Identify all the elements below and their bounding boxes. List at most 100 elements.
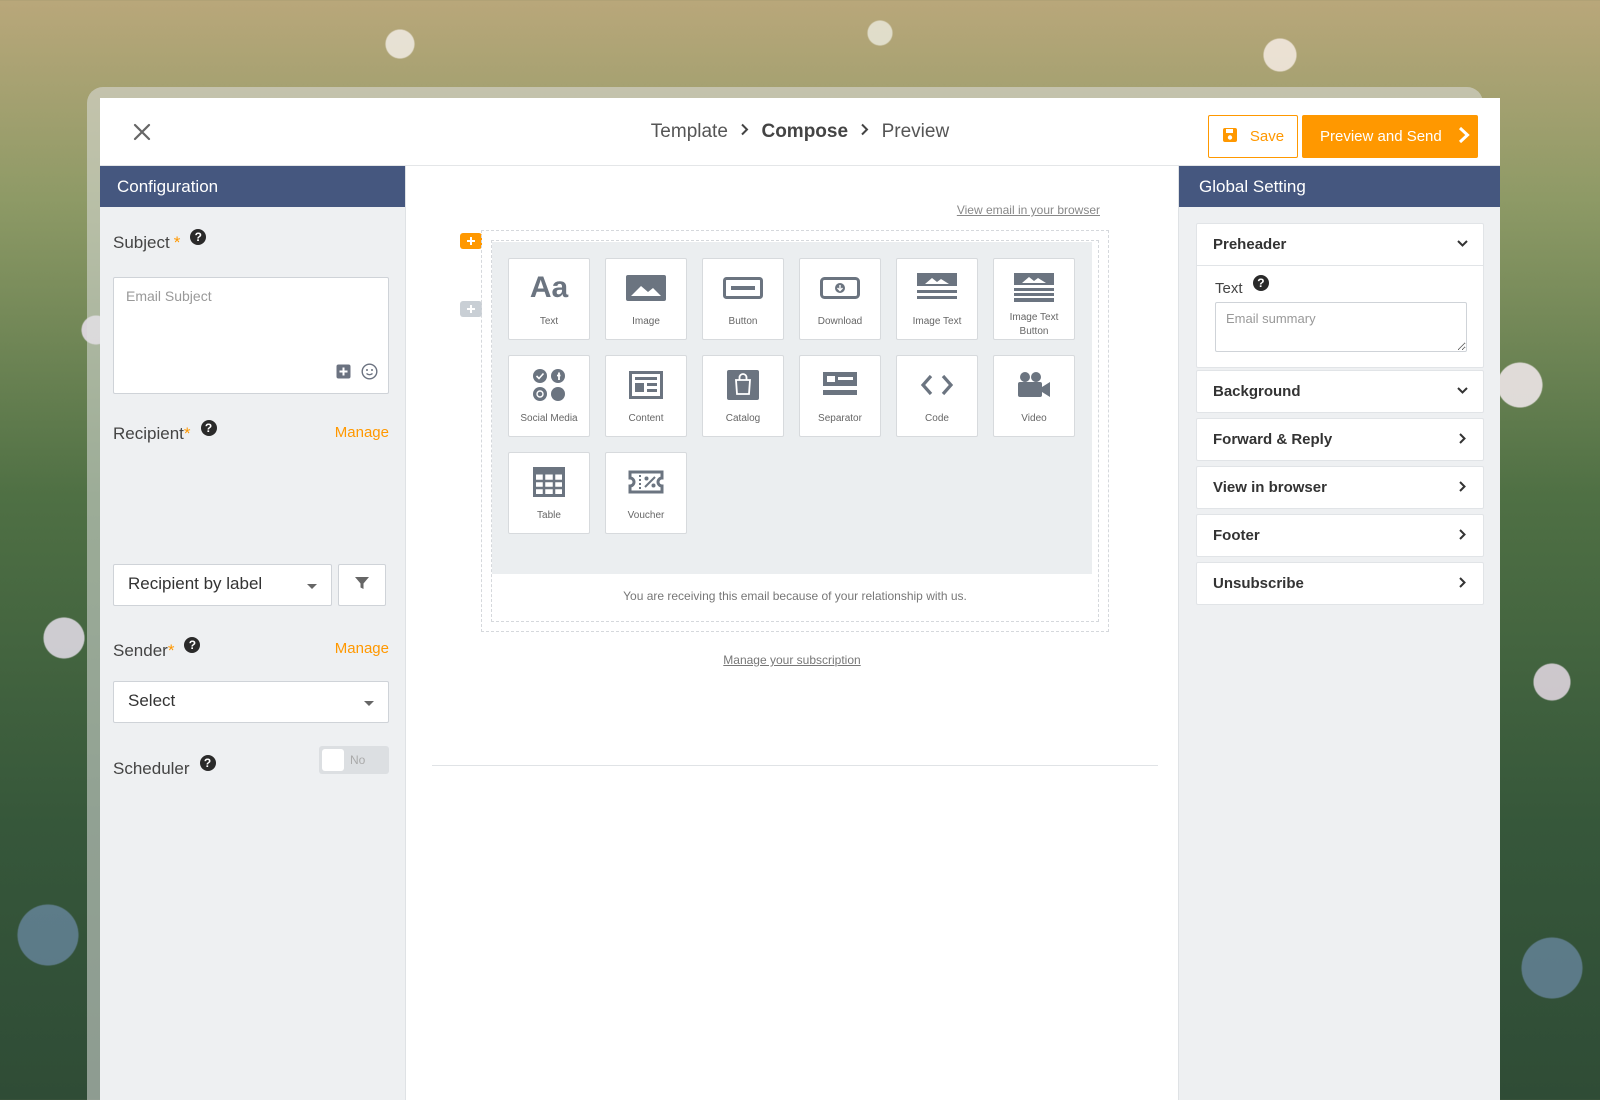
add-block-plus-icon[interactable] bbox=[460, 301, 482, 317]
accordion-footer[interactable]: Footer bbox=[1196, 514, 1484, 557]
block-voucher[interactable]: Voucher bbox=[605, 452, 687, 534]
chevron-right-icon bbox=[740, 123, 749, 141]
email-canvas: View email in your browser Aa Text Image… bbox=[406, 166, 1178, 1100]
send-label: Preview and Send bbox=[1320, 128, 1442, 145]
block-separator[interactable]: Separator bbox=[799, 355, 881, 437]
recipient-select-value: Recipient by label bbox=[128, 574, 263, 593]
content-icon bbox=[629, 368, 663, 402]
block-text[interactable]: Aa Text bbox=[508, 258, 590, 340]
block-label: Image bbox=[632, 316, 660, 327]
block-image-text-button[interactable]: Image Text Button bbox=[993, 258, 1075, 340]
required-marker: * bbox=[167, 641, 175, 660]
image-icon bbox=[626, 271, 666, 305]
save-label: Save bbox=[1249, 128, 1285, 145]
accordion-title: Background bbox=[1213, 383, 1301, 400]
accordion-header-forward-reply[interactable]: Forward & Reply bbox=[1197, 419, 1483, 460]
block-table[interactable]: Table bbox=[508, 452, 590, 534]
help-icon[interactable]: ? bbox=[190, 229, 207, 245]
block-label: Text bbox=[539, 316, 559, 327]
subject-input-box bbox=[113, 277, 389, 394]
help-icon[interactable]: ? bbox=[184, 637, 201, 653]
text-icon: Aa bbox=[529, 271, 569, 304]
sender-select[interactable]: Select bbox=[113, 681, 389, 723]
preheader-text-label: Text bbox=[1215, 280, 1243, 297]
block-catalog[interactable]: Catalog bbox=[702, 355, 784, 437]
breadcrumb-compose: Compose bbox=[761, 121, 849, 142]
video-icon bbox=[1016, 368, 1052, 402]
block-label: Button bbox=[728, 316, 758, 327]
block-video[interactable]: Video bbox=[993, 355, 1075, 437]
chevron-right-icon bbox=[1456, 528, 1469, 545]
block-download[interactable]: Download bbox=[799, 258, 881, 340]
receiving-notice: You are receiving this email because of … bbox=[623, 589, 967, 603]
chevron-right-icon bbox=[860, 123, 869, 141]
breadcrumb-template[interactable]: Template bbox=[651, 121, 728, 142]
preheader-summary-input[interactable] bbox=[1215, 302, 1467, 352]
chevron-down-icon bbox=[1456, 384, 1469, 401]
help-icon[interactable]: ? bbox=[199, 755, 216, 771]
accordion-title: Forward & Reply bbox=[1213, 431, 1333, 448]
chevron-right-icon bbox=[1456, 576, 1469, 593]
chevron-down-icon bbox=[1456, 237, 1469, 254]
accordion-title: Unsubscribe bbox=[1213, 575, 1304, 592]
block-image[interactable]: Image bbox=[605, 258, 687, 340]
scheduler-label-row: Scheduler ? bbox=[113, 755, 216, 779]
catalog-icon bbox=[727, 368, 759, 402]
block-social-media[interactable]: Social Media bbox=[508, 355, 590, 437]
top-bar: Template Compose Preview Save Preview an… bbox=[100, 98, 1500, 166]
sender-label-row: Sender * ? bbox=[113, 637, 201, 661]
help-icon[interactable]: ? bbox=[200, 420, 217, 436]
block-label: Image Text bbox=[912, 316, 962, 327]
emoji-icon[interactable] bbox=[361, 363, 378, 385]
help-icon[interactable]: ? bbox=[1252, 275, 1269, 291]
recipient-label-row: Recipient * ? bbox=[113, 420, 217, 444]
editor-modal: Template Compose Preview Save Preview an… bbox=[100, 98, 1500, 1100]
sender-manage-link[interactable]: Manage bbox=[335, 640, 389, 657]
preheader-text-label-row: Text ? bbox=[1215, 275, 1465, 298]
accordion-header-footer[interactable]: Footer bbox=[1197, 515, 1483, 556]
accordion-unsubscribe[interactable]: Unsubscribe bbox=[1196, 562, 1484, 605]
caret-down-icon bbox=[364, 701, 374, 706]
add-row-plus-icon[interactable] bbox=[460, 233, 482, 249]
accordion-view-in-browser[interactable]: View in browser bbox=[1196, 466, 1484, 509]
scheduler-toggle[interactable]: No bbox=[319, 746, 389, 774]
save-button[interactable]: Save bbox=[1208, 115, 1298, 158]
block-button[interactable]: Button bbox=[702, 258, 784, 340]
block-label: Table bbox=[537, 510, 561, 521]
separator-icon bbox=[823, 368, 857, 402]
view-in-browser-link[interactable]: View email in your browser bbox=[957, 203, 1100, 217]
filter-icon bbox=[354, 575, 370, 596]
accordion-header-view-in-browser[interactable]: View in browser bbox=[1197, 467, 1483, 508]
block-code[interactable]: Code bbox=[896, 355, 978, 437]
image-text-button-icon bbox=[1014, 271, 1054, 305]
recipient-select[interactable]: Recipient by label bbox=[113, 564, 332, 606]
filter-button[interactable] bbox=[338, 564, 386, 606]
block-image-text[interactable]: Image Text bbox=[896, 258, 978, 340]
block-label: Social Media bbox=[520, 413, 578, 424]
manage-subscription-link[interactable]: Manage your subscription bbox=[406, 653, 1178, 667]
required-marker: * bbox=[173, 233, 181, 252]
code-icon bbox=[920, 368, 954, 402]
floppy-disk-icon bbox=[1222, 127, 1238, 147]
accordion-background[interactable]: Background bbox=[1196, 370, 1484, 413]
accordion-header-preheader[interactable]: Preheader bbox=[1197, 224, 1483, 265]
toggle-knob bbox=[322, 749, 344, 771]
caret-down-icon bbox=[307, 584, 317, 589]
accordion-preheader: Preheader Text ? bbox=[1196, 223, 1484, 368]
accordion-forward-reply[interactable]: Forward & Reply bbox=[1196, 418, 1484, 461]
recipient-manage-link[interactable]: Manage bbox=[335, 424, 389, 441]
preview-and-send-button[interactable]: Preview and Send bbox=[1302, 115, 1478, 158]
subject-input[interactable] bbox=[114, 278, 388, 358]
content-blocks-grid: Aa Text Image Button Download Image Text… bbox=[492, 242, 1092, 574]
sender-select-value: Select bbox=[128, 691, 176, 710]
global-setting-title: Global Setting bbox=[1179, 166, 1500, 207]
block-label: Image Text Button bbox=[1009, 312, 1059, 337]
breadcrumb-preview[interactable]: Preview bbox=[882, 121, 950, 142]
accordion-header-background[interactable]: Background bbox=[1197, 371, 1483, 412]
accordion-header-unsubscribe[interactable]: Unsubscribe bbox=[1197, 563, 1483, 604]
block-content[interactable]: Content bbox=[605, 355, 687, 437]
personalization-add-icon[interactable] bbox=[336, 364, 351, 384]
chevron-right-icon bbox=[1458, 126, 1470, 148]
table-icon bbox=[533, 465, 565, 499]
button-icon bbox=[723, 271, 763, 305]
